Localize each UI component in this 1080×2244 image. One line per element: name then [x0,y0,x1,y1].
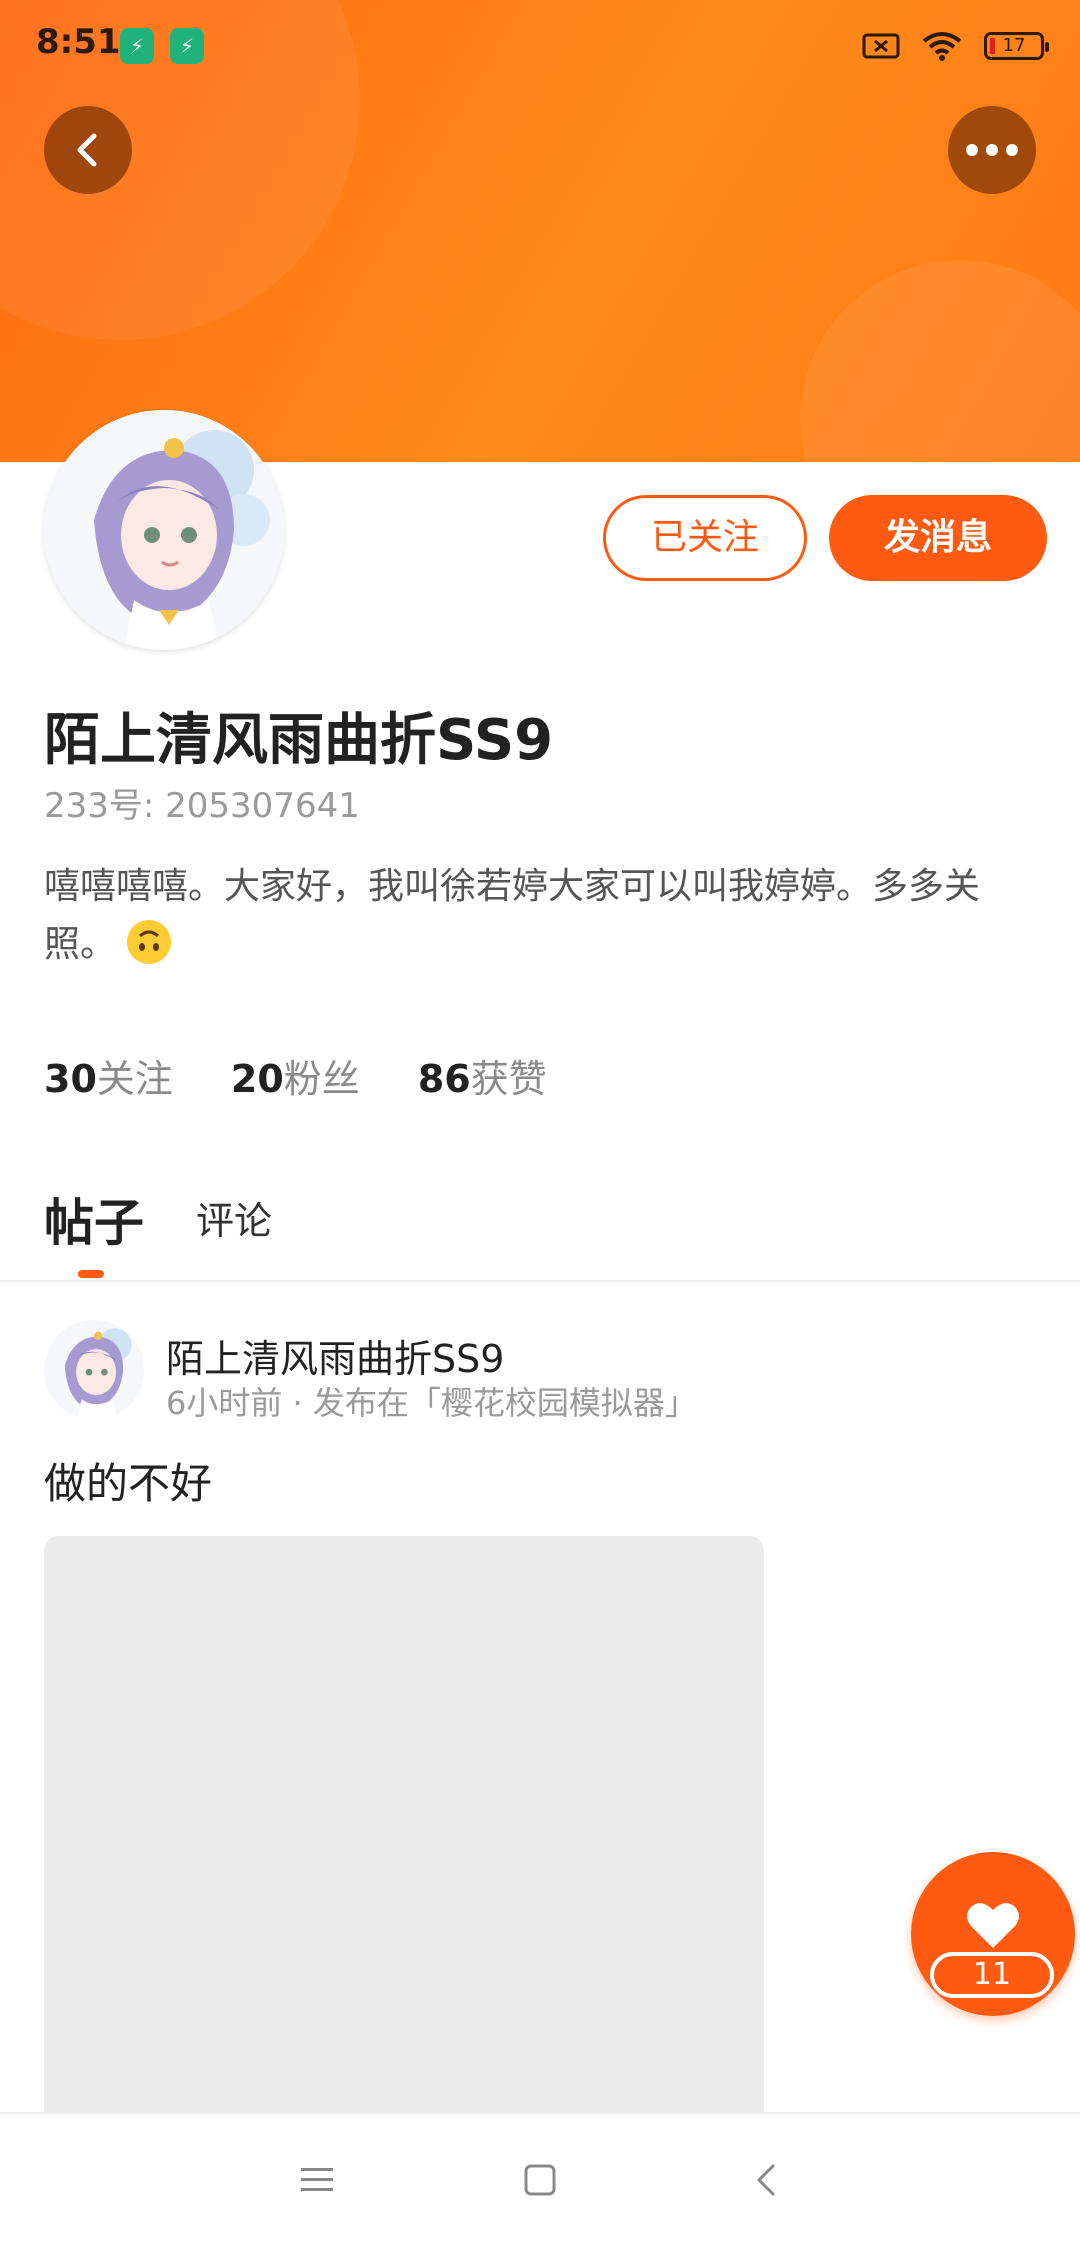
menu-button[interactable] [287,2150,347,2210]
status-time: 8:51 [36,22,121,62]
status-icons: 17 [862,28,1049,64]
back-button[interactable] [44,106,132,194]
chevron-left-icon [77,133,97,167]
banner-decoration [800,260,1080,462]
avatar-image [44,1320,144,1420]
following-button[interactable]: 已关注 [603,495,807,581]
battery-level: 17 [1002,35,1026,56]
profile-page: 8:51 ⚡ ⚡ 17 已关注 发消息 陌上清风雨曲折SS9 233号: 205… [0,0,1080,2244]
post-text[interactable]: 做的不好 [44,1450,212,1511]
post-meta: 6小时前 · 发布在「樱花校园模拟器」 [166,1384,697,1422]
sim-off-icon [862,33,900,59]
battery-icon: 17 [984,32,1049,60]
menu-icon [301,2168,333,2191]
stat-fans[interactable]: 20粉丝 [231,1048,360,1103]
profile-user-id: 233号: 205307641 [44,786,360,826]
more-button[interactable] [948,106,1036,194]
divider [0,1280,1080,1282]
home-square-icon [524,2164,556,2196]
tab-active-indicator [78,1270,104,1278]
system-back-button[interactable] [736,2150,796,2210]
like-count-badge: 11 [930,1952,1054,1998]
bio-text: 嘻嘻嘻嘻。大家好，我叫徐若婷大家可以叫我婷婷。多多关照。 [44,866,981,965]
stat-number: 30 [44,1057,97,1101]
upside-down-face-icon [127,920,172,964]
post-author-avatar[interactable] [44,1320,144,1420]
send-message-button[interactable]: 发消息 [829,495,1047,581]
wifi-icon [922,32,962,61]
tab-posts[interactable]: 帖子 [44,1183,144,1255]
stat-label: 粉丝 [283,1057,360,1101]
stat-likes[interactable]: 86获赞 [418,1048,547,1103]
post-image[interactable] [44,1536,764,2116]
profile-bio: 嘻嘻嘻嘻。大家好，我叫徐若婷大家可以叫我婷婷。多多关照。 [44,858,1044,974]
stat-label: 关注 [96,1057,173,1101]
profile-stats: 30关注 20粉丝 86获赞 [44,1048,547,1103]
shield-icon: ⚡ [120,28,154,64]
profile-username: 陌上清风雨曲折SS9 [44,708,554,773]
more-horizontal-icon [966,144,1018,156]
shield-icon: ⚡ [170,28,204,64]
home-button[interactable] [510,2150,570,2210]
stat-label: 获赞 [470,1057,547,1101]
heart-icon [967,1903,1019,1948]
stat-following[interactable]: 30关注 [44,1048,173,1103]
tab-comments[interactable]: 评论 [196,1190,272,1245]
status-bar: 8:51 ⚡ ⚡ 17 [0,0,1080,90]
avatar[interactable] [44,410,284,650]
stat-number: 20 [230,1057,284,1101]
post-author-name[interactable]: 陌上清风雨曲折SS9 [166,1328,504,1383]
system-navigation-bar [0,2112,1080,2244]
avatar-image [44,410,284,650]
stat-number: 86 [417,1057,471,1101]
back-triangle-icon [757,2164,775,2196]
